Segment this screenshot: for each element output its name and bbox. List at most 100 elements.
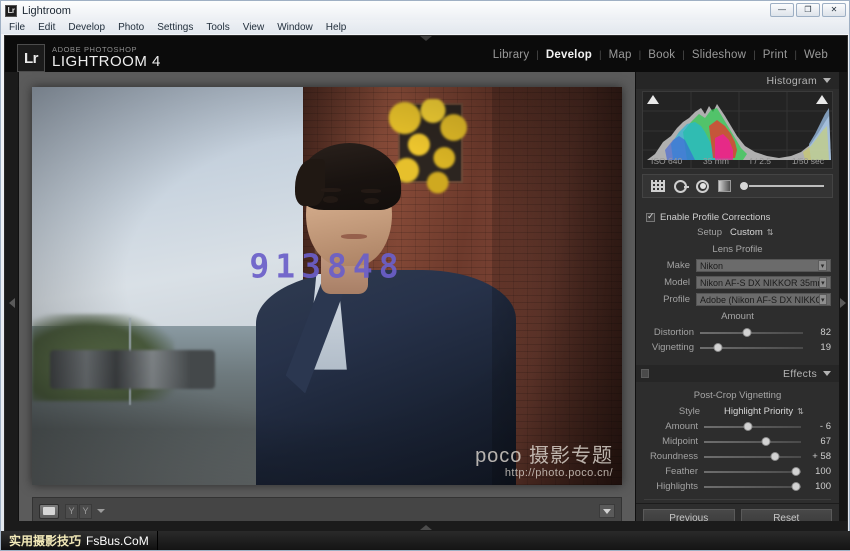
effects-panel-header[interactable]: Effects xyxy=(636,365,839,382)
photo-vignette xyxy=(32,87,622,485)
vignetting-label: Vignetting xyxy=(651,342,694,353)
make-value: Nikon xyxy=(700,260,724,271)
taskbar-label-en: FsBus.CoM xyxy=(86,533,149,548)
menu-item-develop[interactable]: Develop xyxy=(68,22,105,33)
chevron-right-icon xyxy=(9,297,15,308)
photo-frame[interactable]: 913848 poco 摄影专题 http://photo.poco.cn/ xyxy=(32,87,622,485)
profile-dropdown[interactable]: Adobe (Nikon AF-S DX NIKKO... ▾ xyxy=(696,293,831,306)
menu-item-view[interactable]: View xyxy=(243,22,265,33)
menu-item-file[interactable]: File xyxy=(9,22,25,33)
highlights-row: Highlights 100 xyxy=(644,479,831,494)
module-map[interactable]: Map xyxy=(602,49,639,61)
lens-corrections-section: Enable Profile Corrections Setup Custom … xyxy=(636,204,839,363)
section-divider xyxy=(644,499,831,500)
slider-track xyxy=(704,486,801,488)
histogram-graph[interactable]: ISO 640 35 mm f / 2.5 1/50 sec xyxy=(642,91,833,169)
updown-icon: ⇅ xyxy=(797,406,804,416)
menu-item-tools[interactable]: Tools xyxy=(206,22,229,33)
chevron-down-icon xyxy=(823,78,831,83)
model-label: Model xyxy=(664,277,690,288)
make-dropdown[interactable]: Nikon ▾ xyxy=(696,259,831,272)
loupe-view-glyph xyxy=(43,507,55,515)
amount-heading: Amount xyxy=(721,311,754,322)
module-web[interactable]: Web xyxy=(797,49,835,61)
setup-select[interactable]: Custom ⇅ xyxy=(730,227,773,238)
highlights-slider[interactable] xyxy=(704,481,801,492)
top-panel-toggle-icon[interactable] xyxy=(420,36,432,41)
highlight-clipping-indicator[interactable] xyxy=(816,95,828,104)
feather-row: Feather 100 xyxy=(644,464,831,479)
lightroom-top-bar: Lr ADOBE PHOTOSHOP LIGHTROOM 4 Library |… xyxy=(5,36,847,72)
crop-overlay-icon[interactable] xyxy=(651,180,665,192)
slider-knob[interactable] xyxy=(761,437,771,446)
slider-knob[interactable] xyxy=(713,343,722,352)
chevron-down-icon xyxy=(603,508,611,514)
dropdown-arrow-icon: ▾ xyxy=(818,277,827,288)
adjustment-brush-icon[interactable] xyxy=(740,182,824,190)
make-row: Make Nikon ▾ xyxy=(644,258,831,273)
distortion-slider[interactable] xyxy=(700,327,803,338)
module-library[interactable]: Library xyxy=(486,49,537,61)
filmstrip-toggle-bar[interactable] xyxy=(5,521,847,531)
product-name-label: LIGHTROOM 4 xyxy=(52,53,161,71)
roundness-slider[interactable] xyxy=(704,451,801,462)
exif-focal: 35 mm xyxy=(702,156,729,166)
menu-item-help[interactable]: Help xyxy=(326,22,347,33)
graduated-filter-icon[interactable] xyxy=(718,180,731,192)
module-book[interactable]: Book xyxy=(641,49,682,61)
flag-button-a[interactable]: Y xyxy=(65,503,78,519)
taskbar-item[interactable]: 实用摄影技巧 FsBus.CoM xyxy=(1,531,158,550)
menu-item-settings[interactable]: Settings xyxy=(157,22,193,33)
shadow-clipping-indicator[interactable] xyxy=(647,95,659,104)
style-select[interactable]: Highlight Priority ⇅ xyxy=(724,406,804,417)
effects-amount-row: Amount - 6 xyxy=(644,419,831,434)
slider-track xyxy=(704,456,801,458)
vignetting-slider-row: Vignetting 19 xyxy=(644,340,831,355)
style-row: Style Highlight Priority ⇅ xyxy=(644,404,831,419)
minimize-button[interactable]: — xyxy=(770,3,794,17)
maximize-button[interactable]: ❐ xyxy=(796,3,820,17)
spot-removal-icon[interactable] xyxy=(674,179,689,193)
loupe-view-icon[interactable] xyxy=(39,503,59,519)
close-button[interactable]: ✕ xyxy=(822,3,846,17)
exif-aperture: f / 2.5 xyxy=(749,156,772,166)
module-develop[interactable]: Develop xyxy=(539,49,599,61)
chevron-down-icon[interactable] xyxy=(97,509,105,513)
slider-knob[interactable] xyxy=(770,452,780,461)
feather-label: Feather xyxy=(665,466,698,477)
vignetting-slider[interactable] xyxy=(700,342,803,353)
feather-slider[interactable] xyxy=(704,466,801,477)
os-window: Lr Lightroom — ❐ ✕ File Edit Develop Pho… xyxy=(0,0,850,551)
right-panel-toggle[interactable] xyxy=(839,72,847,531)
make-label: Make xyxy=(666,260,690,271)
menu-item-window[interactable]: Window xyxy=(277,22,313,33)
slider-knob[interactable] xyxy=(742,328,752,337)
module-print[interactable]: Print xyxy=(756,49,795,61)
toolbar-options-button[interactable] xyxy=(599,504,615,518)
histogram-panel-header[interactable]: Histogram xyxy=(636,72,839,89)
lightroom-logo-icon: Lr xyxy=(17,44,45,72)
flag-button-b[interactable]: Y xyxy=(79,503,92,519)
lightroom-app: Lr ADOBE PHOTOSHOP LIGHTROOM 4 Library |… xyxy=(4,35,848,532)
menu-item-edit[interactable]: Edit xyxy=(38,22,55,33)
effects-switch-icon[interactable] xyxy=(641,369,649,378)
maximize-icon: ❐ xyxy=(804,5,812,14)
slider-knob[interactable] xyxy=(791,467,801,476)
left-panel-toggle[interactable] xyxy=(5,72,19,531)
model-dropdown[interactable]: Nikon AF-S DX NIKKOR 35mm... ▾ xyxy=(696,276,831,289)
midpoint-slider[interactable] xyxy=(704,436,801,447)
identity-plate[interactable]: Lr ADOBE PHOTOSHOP LIGHTROOM 4 xyxy=(17,44,161,72)
red-eye-correction-icon[interactable] xyxy=(696,179,709,193)
lens-profile-heading: Lens Profile xyxy=(712,244,763,255)
effects-amount-slider[interactable] xyxy=(704,421,801,432)
post-crop-vignetting-heading: Post-Crop Vignetting xyxy=(693,390,782,401)
slider-knob[interactable] xyxy=(743,422,753,431)
slider-knob[interactable] xyxy=(791,482,801,491)
slider-track xyxy=(704,426,801,428)
roundness-row: Roundness + 58 xyxy=(644,449,831,464)
enable-profile-corrections-checkbox[interactable]: Enable Profile Corrections xyxy=(646,211,831,223)
module-slideshow[interactable]: Slideshow xyxy=(685,49,753,61)
profile-row: Profile Adobe (Nikon AF-S DX NIKKO... ▾ xyxy=(644,292,831,307)
menu-item-photo[interactable]: Photo xyxy=(118,22,144,33)
slider-track xyxy=(704,441,801,443)
